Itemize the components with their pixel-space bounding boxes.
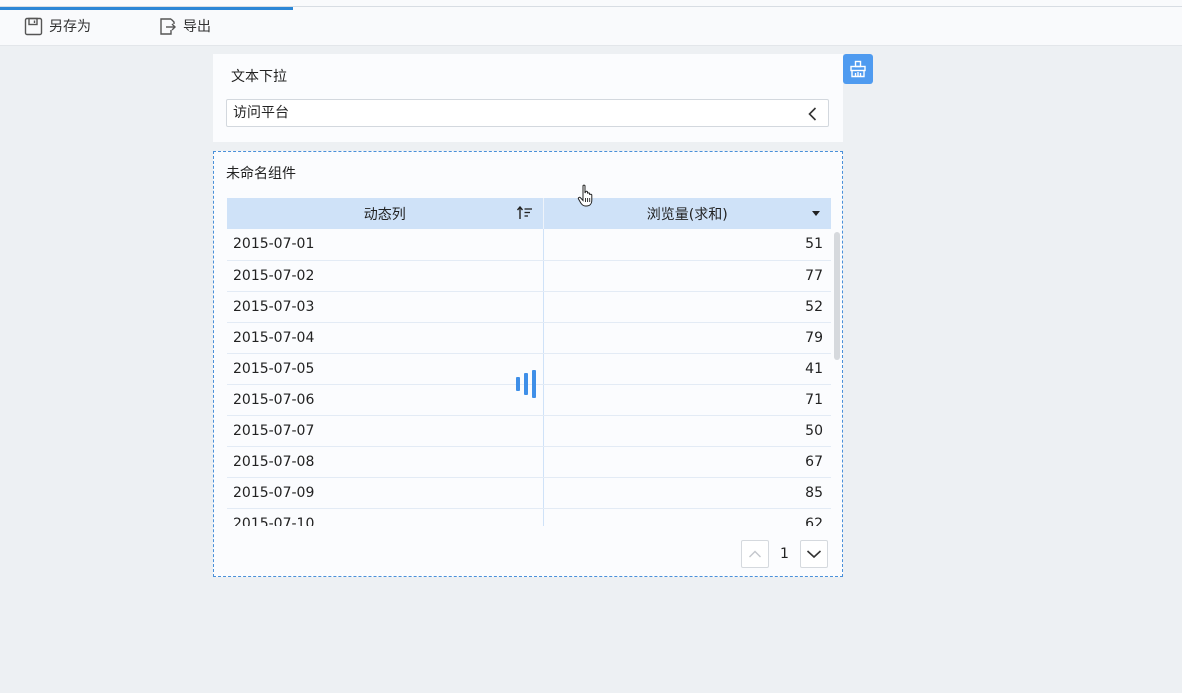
column-resize-handle[interactable]: [516, 370, 536, 398]
top-edge: [0, 0, 1182, 7]
table-container: 动态列 浏览量(求和) 2015-07-01 51 2015-07-02 77 …: [227, 198, 831, 526]
widget-title: 未命名组件: [226, 166, 296, 182]
cell-date: 2015-07-03: [227, 291, 544, 323]
caret-down-icon[interactable]: [812, 211, 820, 216]
cell-date: 2015-07-09: [227, 477, 544, 509]
column-header-label: 动态列: [363, 206, 406, 223]
text-dropdown-filter: 文本下拉 访问平台: [213, 54, 843, 142]
table-widget[interactable]: 未命名组件 动态列 浏览量(求和) 2015-07-01 51 2015-07-…: [213, 151, 843, 577]
table-row[interactable]: 2015-07-01 51: [227, 229, 831, 261]
cell-date: 2015-07-02: [227, 260, 544, 292]
cell-value: 50: [543, 415, 831, 447]
sort-icon[interactable]: [516, 206, 533, 220]
table-row[interactable]: 2015-07-04 79: [227, 322, 831, 354]
table-row[interactable]: 2015-07-09 85: [227, 477, 831, 509]
page-number: 1: [780, 546, 789, 562]
hand-cursor-icon: [577, 184, 593, 207]
filter-label: 文本下拉: [231, 69, 287, 85]
export-icon: [160, 17, 176, 35]
cell-date: 2015-07-06: [227, 384, 544, 416]
cell-date: 2015-07-07: [227, 415, 544, 447]
export-button[interactable]: 导出: [158, 15, 211, 37]
brush-icon: [850, 60, 866, 78]
chevron-left-icon[interactable]: [806, 106, 820, 122]
table-row[interactable]: 2015-07-07 50: [227, 415, 831, 447]
cell-date: 2015-07-08: [227, 446, 544, 478]
save-as-label: 另存为: [49, 19, 91, 35]
table-row[interactable]: 2015-07-02 77: [227, 260, 831, 292]
pager: 1: [741, 539, 828, 569]
cell-value: 79: [543, 322, 831, 354]
cell-date: 2015-07-04: [227, 322, 544, 354]
top-toolbar: 另存为 导出: [0, 0, 1182, 46]
chevron-down-icon: [806, 550, 822, 559]
cell-value: 71: [543, 384, 831, 416]
cell-value: 62: [543, 508, 831, 526]
cell-value: 52: [543, 291, 831, 323]
save-as-button[interactable]: 另存为: [24, 15, 91, 37]
cell-value: 67: [543, 446, 831, 478]
export-label: 导出: [183, 19, 211, 35]
table-row[interactable]: 2015-07-10 62: [227, 508, 831, 526]
save-as-icon: [24, 17, 43, 35]
cell-date: 2015-07-10: [227, 508, 544, 526]
table-row[interactable]: 2015-07-03 52: [227, 291, 831, 323]
cell-value: 51: [543, 229, 831, 261]
cell-date: 2015-07-05: [227, 353, 544, 385]
cell-value: 41: [543, 353, 831, 385]
widget-style-button[interactable]: [843, 54, 873, 84]
progress-line: [0, 7, 293, 10]
page-up-button[interactable]: [741, 540, 769, 568]
data-table: 动态列 浏览量(求和) 2015-07-01 51 2015-07-02 77 …: [227, 198, 831, 526]
chevron-up-icon: [749, 550, 761, 558]
filter-selected-value: 访问平台: [233, 105, 289, 121]
filter-select[interactable]: 访问平台: [226, 99, 829, 127]
table-row[interactable]: 2015-07-08 67: [227, 446, 831, 478]
column-header-dynamic[interactable]: 动态列: [227, 198, 544, 229]
table-scrollbar[interactable]: [834, 232, 840, 360]
cell-value: 85: [543, 477, 831, 509]
page-down-button[interactable]: [800, 540, 828, 568]
column-header-label: 浏览量(求和): [646, 206, 728, 223]
cell-value: 77: [543, 260, 831, 292]
table-header-row: 动态列 浏览量(求和): [227, 198, 831, 229]
cell-date: 2015-07-01: [227, 229, 544, 261]
